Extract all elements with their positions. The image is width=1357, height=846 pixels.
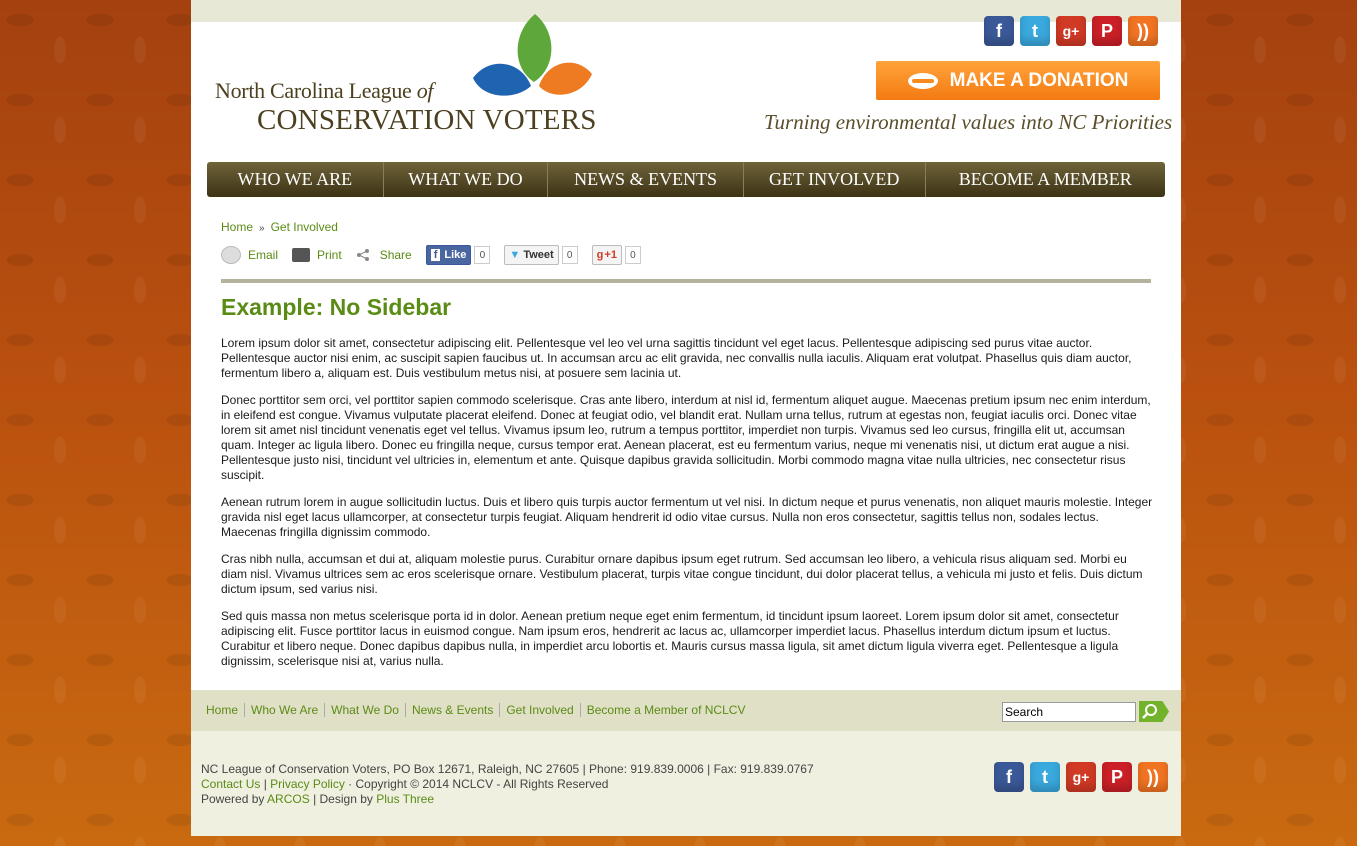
footer-legal-line: Contact Us | Privacy Policy · Copyright … (201, 777, 814, 792)
paragraph: Donec porttitor sem orci, vel porttitor … (221, 393, 1151, 482)
breadcrumb-separator: » (259, 223, 265, 234)
breadcrumb: Home » Get Involved (221, 220, 338, 234)
contact-us-link[interactable]: Contact Us (201, 777, 260, 791)
footer-link-home[interactable]: Home (206, 703, 246, 717)
printer-icon (292, 248, 311, 262)
breadcrumb-home[interactable]: Home (221, 220, 253, 234)
google-plus-icon[interactable]: g+ (1066, 762, 1096, 792)
pinterest-icon[interactable]: P (1102, 762, 1132, 792)
plusone-count: 0 (624, 246, 641, 264)
footer-links: Home Who We Are What We Do News & Events… (206, 703, 751, 717)
email-tool[interactable]: Email (221, 246, 278, 264)
donate-button[interactable]: MAKE A DONATION (876, 61, 1160, 100)
search-input[interactable] (1002, 702, 1136, 722)
header-social-icons: f t g+ P )) (984, 16, 1158, 46)
plus-three-link[interactable]: Plus Three (376, 792, 434, 806)
paragraph: Lorem ipsum dolor sit amet, consectetur … (221, 336, 1132, 380)
pinterest-icon[interactable]: P (1092, 16, 1122, 46)
paragraph: Sed quis massa non metus scelerisque por… (221, 609, 1119, 668)
copyright: · Copyright © 2014 NCLCV - All Rights Re… (344, 777, 609, 791)
search-button[interactable] (1139, 701, 1169, 722)
footer-link-news-events[interactable]: News & Events (406, 703, 501, 717)
speech-bubble-icon (221, 246, 241, 264)
facebook-like-button[interactable]: f Like (425, 245, 472, 265)
nav-item-become-a-member[interactable]: BECOME A MEMBER (926, 162, 1166, 197)
share-tool[interactable]: Share (356, 248, 412, 262)
search-icon (1142, 704, 1157, 719)
footer-text: NC League of Conservation Voters, PO Box… (201, 762, 814, 807)
paragraph: Aenean rutrum lorem in augue sollicitudi… (221, 495, 1153, 539)
google-plusone-widget[interactable]: g +1 0 (591, 245, 641, 265)
plusone-label: +1 (604, 249, 617, 261)
paragraph: Cras nibh nulla, accumsan et dui at, ali… (221, 552, 1143, 596)
article-body: Lorem ipsum dolor sit amet, consectetur … (221, 336, 1153, 681)
footer-address: NC League of Conservation Voters, PO Box… (201, 762, 814, 776)
page-tools: Email Print Share f Like 0 ▼ Tweet 0 g +1 0 (221, 245, 655, 265)
tweet-count: 0 (561, 246, 578, 264)
tweet-label: Tweet (523, 249, 554, 261)
facebook-icon: f (430, 249, 441, 261)
tweet-widget[interactable]: ▼ Tweet 0 (504, 245, 578, 265)
share-icon (356, 249, 369, 261)
rss-icon[interactable]: )) (1138, 762, 1168, 792)
page-container: North Carolina League of CONSERVATION VO… (191, 0, 1181, 836)
privacy-policy-link[interactable]: Privacy Policy (270, 777, 345, 791)
logo-line-2: CONSERVATION VOTERS (257, 104, 597, 136)
facebook-icon[interactable]: f (984, 16, 1014, 46)
nav-item-news-events[interactable]: NEWS & EVENTS (548, 162, 744, 197)
twitter-bird-icon: ▼ (509, 249, 521, 261)
donate-icon (907, 72, 938, 89)
footer-nav: Home Who We Are What We Do News & Events… (191, 690, 1181, 731)
rss-icon[interactable]: )) (1128, 16, 1158, 46)
twitter-icon[interactable]: t (1020, 16, 1050, 46)
footer-link-what-we-do[interactable]: What We Do (325, 703, 406, 717)
like-count: 0 (474, 246, 491, 264)
google-g-icon: g (596, 249, 604, 261)
footer-social-icons: f t g+ P )) (994, 762, 1168, 792)
google-plusone-button[interactable]: g +1 (591, 245, 622, 265)
google-plus-icon[interactable]: g+ (1056, 16, 1086, 46)
nav-item-what-we-do[interactable]: WHAT WE DO (384, 162, 549, 197)
tagline: Turning environmental values into NC Pri… (764, 110, 1173, 134)
arcos-link[interactable]: ARCOS (267, 792, 310, 806)
facebook-like-widget[interactable]: f Like 0 (425, 245, 491, 265)
print-tool[interactable]: Print (292, 248, 342, 262)
facebook-icon[interactable]: f (994, 762, 1024, 792)
like-label: Like (444, 249, 467, 261)
email-label: Email (248, 248, 279, 262)
main-nav: WHO WE ARE WHAT WE DO NEWS & EVENTS GET … (207, 162, 1165, 197)
donate-label: MAKE A DONATION (949, 69, 1129, 91)
nav-item-who-we-are[interactable]: WHO WE ARE (207, 162, 384, 197)
logo-line-1: North Carolina League of (215, 78, 434, 103)
footer-link-who-we-are[interactable]: Who We Are (245, 703, 326, 717)
separator: | (260, 777, 271, 791)
design-by-label: | Design by (309, 792, 377, 806)
nav-item-get-involved[interactable]: GET INVOLVED (744, 162, 926, 197)
footer-credits: Powered by ARCOS | Design by Plus Three (201, 792, 814, 807)
share-label: Share (379, 248, 412, 262)
twitter-icon[interactable]: t (1030, 762, 1060, 792)
powered-by-label: Powered by (201, 792, 268, 806)
tweet-button[interactable]: ▼ Tweet (504, 245, 559, 265)
print-label: Print (317, 248, 342, 262)
footer-link-become-member[interactable]: Become a Member of NCLCV (581, 703, 752, 717)
leaves-logo-icon (473, 14, 592, 96)
breadcrumb-current[interactable]: Get Involved (271, 220, 338, 234)
content-divider (221, 279, 1151, 283)
page-title: Example: No Sidebar (221, 294, 452, 320)
site-footer: NC League of Conservation Voters, PO Box… (191, 731, 1181, 836)
footer-link-get-involved[interactable]: Get Involved (500, 703, 581, 717)
